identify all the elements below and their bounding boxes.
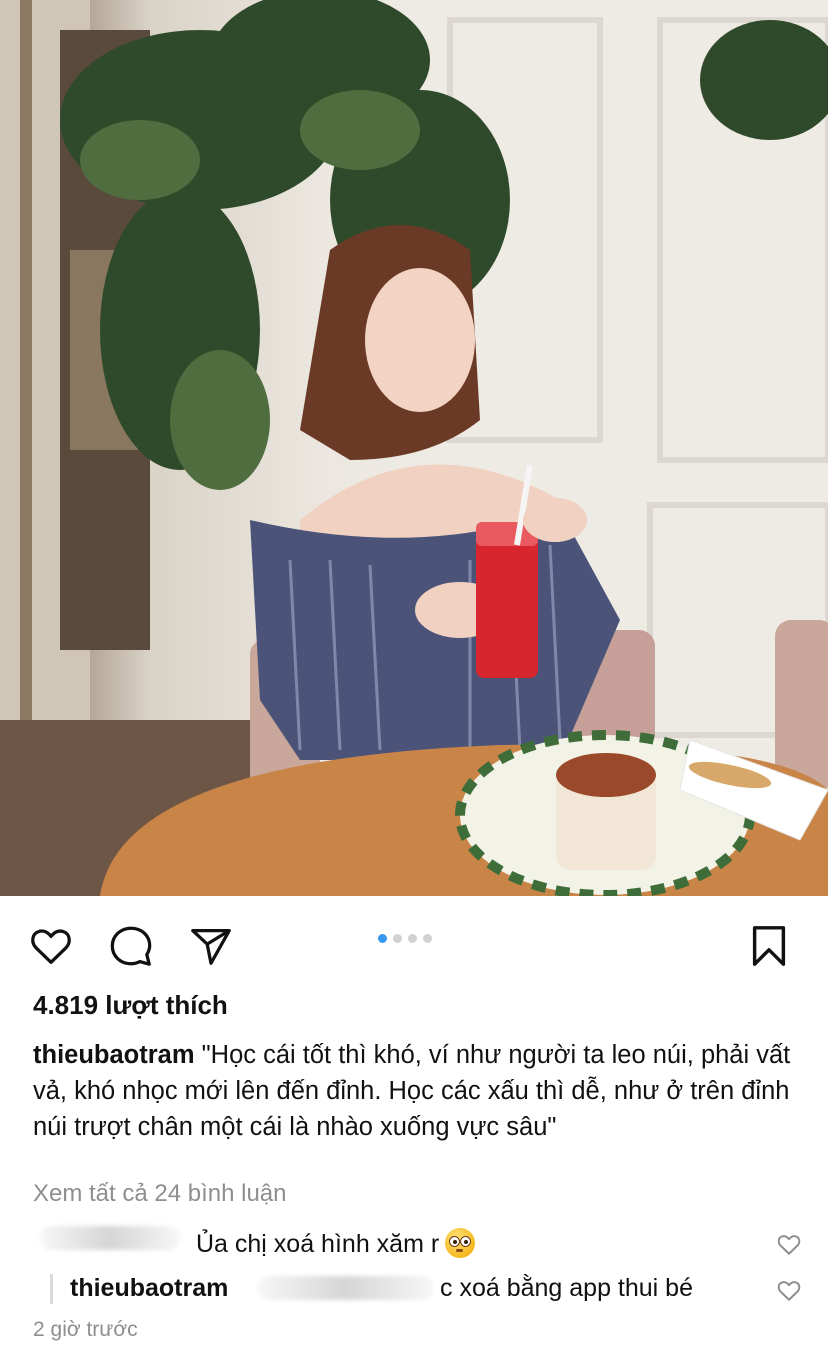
bookmark-outline-icon[interactable] xyxy=(746,923,792,969)
heart-outline-small-icon[interactable] xyxy=(776,1232,802,1256)
redacted-username xyxy=(40,1226,180,1250)
carousel-dot xyxy=(408,934,417,943)
heart-outline-small-icon[interactable] xyxy=(776,1278,802,1302)
likes-count[interactable]: 4.819 lượt thích xyxy=(33,990,228,1021)
caption-username[interactable]: thieubaotram xyxy=(33,1041,195,1069)
comment-text: Ủa chị xoá hình xăm r xyxy=(196,1228,476,1259)
heart-outline-icon[interactable] xyxy=(28,923,74,969)
reply-username[interactable]: thieubaotram xyxy=(70,1274,228,1303)
reply-text: c xoá bằng app thui bé xyxy=(440,1274,693,1302)
carousel-dot xyxy=(393,934,402,943)
photo-illustration xyxy=(0,0,828,896)
comment-item: Ủa chị xoá hình xăm r xyxy=(0,1222,828,1262)
paper-plane-icon[interactable] xyxy=(188,923,234,969)
post-timestamp: 2 giờ trước xyxy=(33,1318,138,1341)
post-caption: thieubaotram "Học cái tốt thì khó, ví nh… xyxy=(33,1037,803,1145)
carousel-dot xyxy=(423,934,432,943)
carousel-dot-active xyxy=(378,934,387,943)
carousel-indicator xyxy=(378,934,432,943)
post-photo[interactable] xyxy=(0,0,828,896)
redacted-mention xyxy=(258,1276,434,1300)
speech-bubble-icon[interactable] xyxy=(108,923,154,969)
flushed-face-emoji-icon xyxy=(445,1228,476,1258)
reply-thread-line xyxy=(50,1274,53,1304)
view-all-comments-link[interactable]: Xem tất cả 24 bình luận xyxy=(33,1180,287,1208)
reply-item: thieubaotram c xoá bằng app thui bé xyxy=(0,1268,828,1308)
